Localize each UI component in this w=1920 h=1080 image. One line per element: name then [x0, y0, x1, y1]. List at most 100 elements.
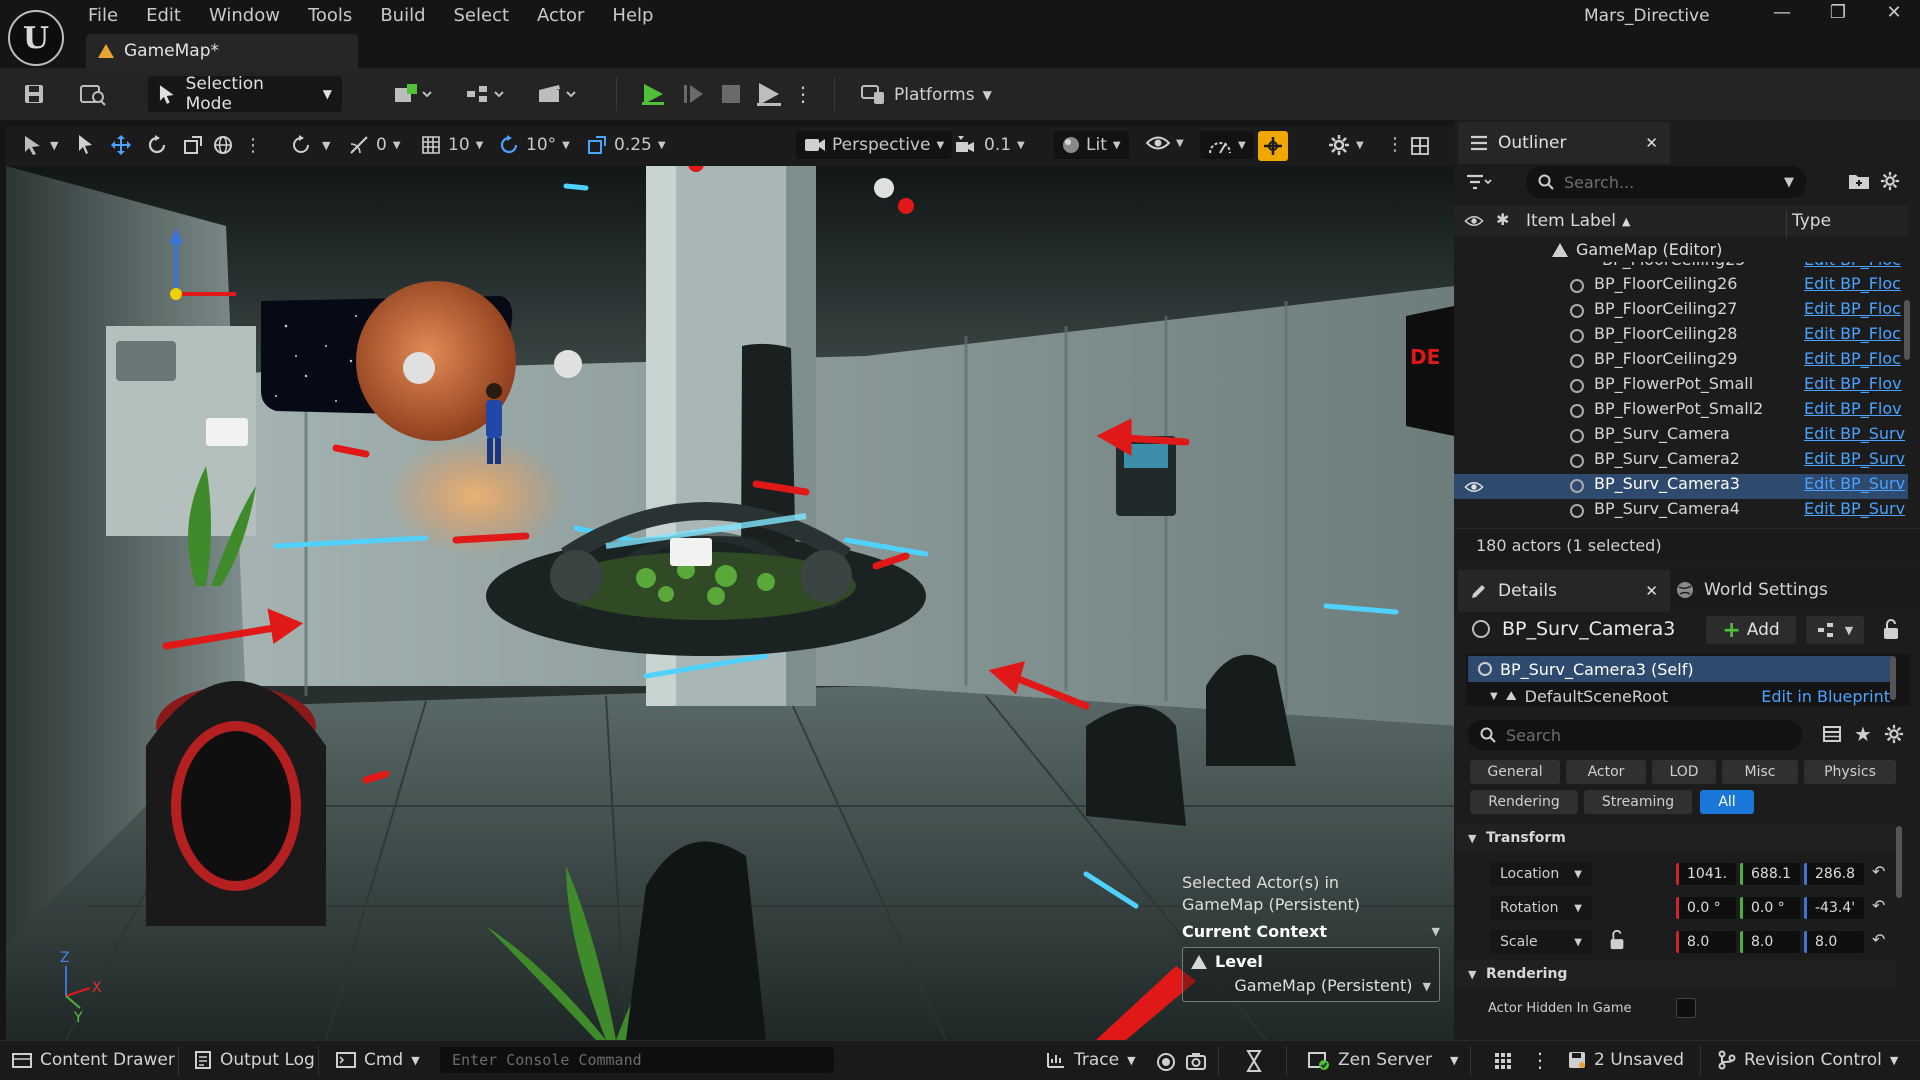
rotation-x-field[interactable]: 0.0 ° [1676, 897, 1736, 919]
play-options-icon[interactable]: ⋮ [793, 76, 813, 112]
outliner-settings-icon[interactable] [1880, 171, 1900, 195]
close-tab-icon[interactable]: ✕ [1645, 582, 1658, 600]
row-type-link[interactable]: Edit BP_Surv [1804, 499, 1905, 518]
outliner-row[interactable]: BP_FloorCeiling29 Edit BP_Floc [1454, 349, 1908, 374]
viewport-options-icon[interactable]: ⋮ [1386, 134, 1404, 155]
outliner-row-selected[interactable]: BP_Surv_Camera3 Edit BP_Surv [1454, 474, 1908, 499]
outliner-row[interactable]: BP_FlowerPot_Small Edit BP_Flov [1454, 374, 1908, 399]
maximize-button[interactable]: ❐ [1818, 2, 1858, 28]
select-arrow-icon[interactable] [76, 134, 96, 156]
realtime-toggle-icon[interactable] [1258, 131, 1288, 161]
outliner-row[interactable]: BP_Surv_Camera Edit BP_Surv [1454, 424, 1908, 449]
output-log-button[interactable]: Output Log [194, 1050, 315, 1070]
visibility-column-icon[interactable] [1464, 213, 1484, 232]
row-type-link[interactable]: Edit BP_Floc [1804, 349, 1901, 368]
layout-icon[interactable] [1410, 136, 1430, 156]
console-command-input[interactable]: Enter Console Command [440, 1047, 834, 1073]
scale-y-field[interactable]: 8.0 [1740, 931, 1800, 953]
rotation-dropdown[interactable]: Rotation ▼ [1490, 896, 1592, 920]
edit-in-blueprint-link[interactable]: Edit in Blueprint [1761, 687, 1890, 706]
reset-rotation-icon[interactable]: ↶ [1872, 896, 1885, 915]
actor-name[interactable]: BP_Surv_Camera3 [1502, 618, 1675, 640]
scale-lock-icon[interactable] [1608, 929, 1626, 954]
details-search-input[interactable]: Search [1468, 720, 1802, 750]
item-label-column-header[interactable]: Item Label ▲ [1526, 211, 1630, 231]
eject-icon[interactable] [752, 76, 786, 112]
trace-dropdown[interactable]: Trace ▼ [1046, 1050, 1136, 1070]
row-type-link[interactable]: Edit BP_Flov [1804, 399, 1902, 418]
category-lod[interactable]: LOD [1652, 760, 1716, 784]
rotation-y-field[interactable]: 0.0 ° [1740, 897, 1800, 919]
grid-snap-dropdown[interactable]: 10 ▼ [420, 134, 483, 156]
context-level-box[interactable]: Level GameMap (Persistent) ▼ [1182, 947, 1440, 1002]
outliner-search-input[interactable]: Search... ▼ [1526, 166, 1806, 198]
actor-hidden-checkbox[interactable] [1676, 998, 1696, 1018]
row-type-link[interactable]: Edit BP_Flov [1804, 374, 1902, 393]
viewport-settings-dropdown[interactable]: ▼ [1328, 134, 1364, 156]
screenshot-icon[interactable] [1186, 1052, 1206, 1074]
stop-icon[interactable] [716, 76, 746, 112]
menu-tools[interactable]: Tools [308, 5, 352, 26]
menu-select[interactable]: Select [454, 5, 510, 26]
show-flags-dropdown[interactable]: ▼ [1146, 134, 1184, 152]
close-button[interactable]: ✕ [1874, 2, 1914, 28]
row-type-link[interactable]: Edit BP_Surv [1804, 474, 1905, 493]
status-options-icon[interactable]: ⋮ [1530, 1048, 1550, 1072]
lock-icon[interactable] [1882, 618, 1900, 644]
favorites-star-icon[interactable]: ★ [1854, 722, 1872, 746]
source-control-grid-icon[interactable] [1494, 1052, 1512, 1074]
row-type-link[interactable]: Edit BP_Floc [1804, 324, 1901, 343]
row-type-link[interactable]: Edit BP_Floc [1804, 299, 1901, 318]
record-icon[interactable] [1156, 1052, 1176, 1076]
location-dropdown[interactable]: Location ▼ [1490, 862, 1592, 886]
menu-build[interactable]: Build [380, 5, 425, 26]
play-icon[interactable] [638, 76, 668, 112]
menu-help[interactable]: Help [612, 5, 653, 26]
angle-snap-toggle[interactable]: 0 ▼ [348, 134, 401, 156]
outliner-row[interactable]: BP_FloorCeiling27 Edit BP_Floc [1454, 299, 1908, 324]
outliner-row[interactable]: BP_Surv_Camera4 Edit BP_Surv [1454, 499, 1908, 524]
minimize-button[interactable]: — [1762, 2, 1802, 28]
row-type-link[interactable]: Edit BP_Floc [1804, 274, 1901, 293]
add-content-icon[interactable] [386, 76, 440, 112]
surface-snap-dropdown[interactable]: ▼ [290, 134, 330, 156]
world-local-toggle[interactable]: ⋮ [212, 134, 262, 156]
type-column-header[interactable]: Type [1792, 211, 1831, 231]
unsaved-button[interactable]: 2 Unsaved [1568, 1050, 1684, 1070]
component-tree-scrollbar[interactable] [1890, 656, 1896, 700]
move-icon[interactable] [110, 134, 132, 156]
category-streaming[interactable]: Streaming [1584, 790, 1692, 814]
current-context-header[interactable]: Current Context ▼ [1182, 922, 1440, 941]
rotate-icon[interactable] [146, 134, 168, 156]
outliner-row[interactable]: BP_FloorCeiling28 Edit BP_Floc [1454, 324, 1908, 349]
step-icon[interactable] [678, 76, 708, 112]
row-type-link[interactable]: Edit BP_Surv [1804, 424, 1905, 443]
details-scrollbar[interactable] [1896, 826, 1902, 898]
reset-location-icon[interactable]: ↶ [1872, 862, 1885, 881]
category-rendering[interactable]: Rendering [1470, 790, 1578, 814]
menu-file[interactable]: File [88, 5, 118, 26]
cinematics-icon[interactable] [530, 76, 584, 112]
add-component-button[interactable]: + Add [1706, 616, 1796, 644]
reset-scale-icon[interactable]: ↶ [1872, 930, 1885, 949]
derived-data-icon[interactable] [1246, 1050, 1262, 1076]
menu-actor[interactable]: Actor [537, 5, 584, 26]
rendering-section-header[interactable]: Rendering [1456, 960, 1896, 988]
scale-dropdown[interactable]: Scale ▼ [1490, 930, 1592, 954]
more-options-icon[interactable]: ⋮ [244, 135, 262, 156]
rotation-z-field[interactable]: -43.4' [1804, 897, 1864, 919]
rotation-snap-dropdown[interactable]: 10° ▼ [498, 134, 570, 156]
outliner-root-gamemap[interactable]: GameMap (Editor) [1552, 240, 1722, 259]
browse-icon[interactable] [76, 76, 110, 112]
outliner-row[interactable]: BP_FloorCeiling26 Edit BP_Floc [1454, 274, 1908, 299]
visibility-eye-icon[interactable] [1464, 480, 1484, 494]
menu-window[interactable]: Window [209, 5, 280, 26]
blueprint-options-button[interactable]: ▼ [1806, 616, 1864, 644]
outliner-row[interactable]: BP_Surv_Camera2 Edit BP_Surv [1454, 449, 1908, 474]
selection-mode-dropdown[interactable]: Selection Mode ▼ [148, 74, 342, 114]
world-settings-tab[interactable]: World Settings [1676, 580, 1828, 600]
scale-x-field[interactable]: 8.0 [1676, 931, 1736, 953]
category-general[interactable]: General [1470, 760, 1560, 784]
details-tab[interactable]: Details ✕ [1458, 570, 1670, 612]
row-type-link[interactable]: Edit BP_Surv [1804, 449, 1905, 468]
